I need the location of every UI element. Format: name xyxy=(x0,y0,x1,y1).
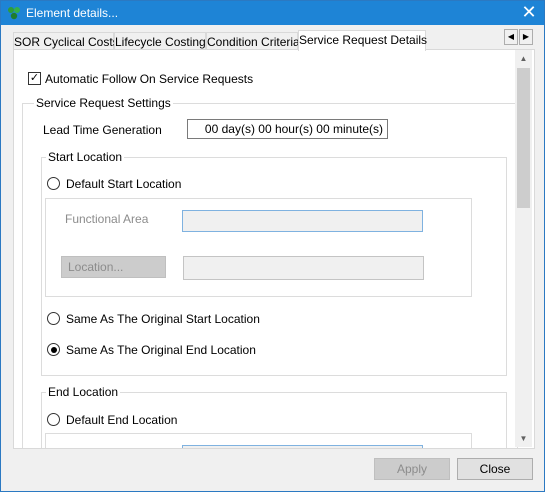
close-icon[interactable]: ✕ xyxy=(514,1,544,25)
tab-scroll-right-icon[interactable]: ▶ xyxy=(519,29,533,45)
close-button[interactable]: Close xyxy=(457,458,533,480)
location-button[interactable]: Location... xyxy=(61,256,166,278)
default-start-location-label[interactable]: Default Start Location xyxy=(66,177,181,191)
functional-area-field[interactable] xyxy=(182,210,423,232)
tab-service-request-details[interactable]: Service Request Details xyxy=(298,30,427,51)
start-location-title: Start Location xyxy=(46,150,125,164)
start-location-group: Start Location Default Start Location Fu… xyxy=(41,150,507,376)
tab-page-service-request-details: ✓ Automatic Follow On Service Requests S… xyxy=(13,49,535,449)
tab-strip: SOR Cyclical Costs Lifecycle Costing Con… xyxy=(13,30,535,51)
scroll-down-icon[interactable]: ▼ xyxy=(515,430,532,447)
default-end-location-radio[interactable] xyxy=(47,413,60,426)
functional-area-label: Functional Area xyxy=(65,212,149,226)
lead-time-label: Lead Time Generation xyxy=(43,123,162,137)
scroll-thumb[interactable] xyxy=(517,68,530,208)
service-request-settings-group: Service Request Settings Lead Time Gener… xyxy=(22,96,518,448)
default-start-location-panel: Functional Area Location... xyxy=(45,198,472,297)
default-start-location-radio[interactable] xyxy=(47,177,60,190)
auto-follow-checkbox[interactable]: ✓ xyxy=(28,72,41,85)
tab-scroll-left-icon[interactable]: ◀ xyxy=(504,29,518,45)
default-end-location-label[interactable]: Default End Location xyxy=(66,413,177,427)
app-icon xyxy=(8,7,20,20)
end-location-group: End Location Default End Location xyxy=(41,385,507,448)
location-field[interactable] xyxy=(183,256,424,280)
end-location-title: End Location xyxy=(46,385,121,399)
same-as-end-radio[interactable] xyxy=(47,343,60,356)
apply-button[interactable]: Apply xyxy=(374,458,450,480)
service-request-settings-title: Service Request Settings xyxy=(34,96,173,110)
same-as-start-label[interactable]: Same As The Original Start Location xyxy=(66,312,260,326)
window-title: Element details... xyxy=(26,6,119,20)
vertical-scrollbar[interactable]: ▲ ▼ xyxy=(515,50,532,447)
scroll-up-icon[interactable]: ▲ xyxy=(515,50,532,67)
title-bar[interactable]: Element details... ✕ xyxy=(1,1,544,25)
auto-follow-label[interactable]: Automatic Follow On Service Requests xyxy=(45,72,253,86)
same-as-end-label[interactable]: Same As The Original End Location xyxy=(66,343,256,357)
default-end-location-panel xyxy=(45,433,472,448)
end-functional-area-field[interactable] xyxy=(182,445,423,448)
dialog-window: Element details... ✕ SOR Cyclical Costs … xyxy=(0,0,545,492)
lead-time-field[interactable]: 00 day(s) 00 hour(s) 00 minute(s) xyxy=(187,119,388,139)
same-as-start-radio[interactable] xyxy=(47,312,60,325)
